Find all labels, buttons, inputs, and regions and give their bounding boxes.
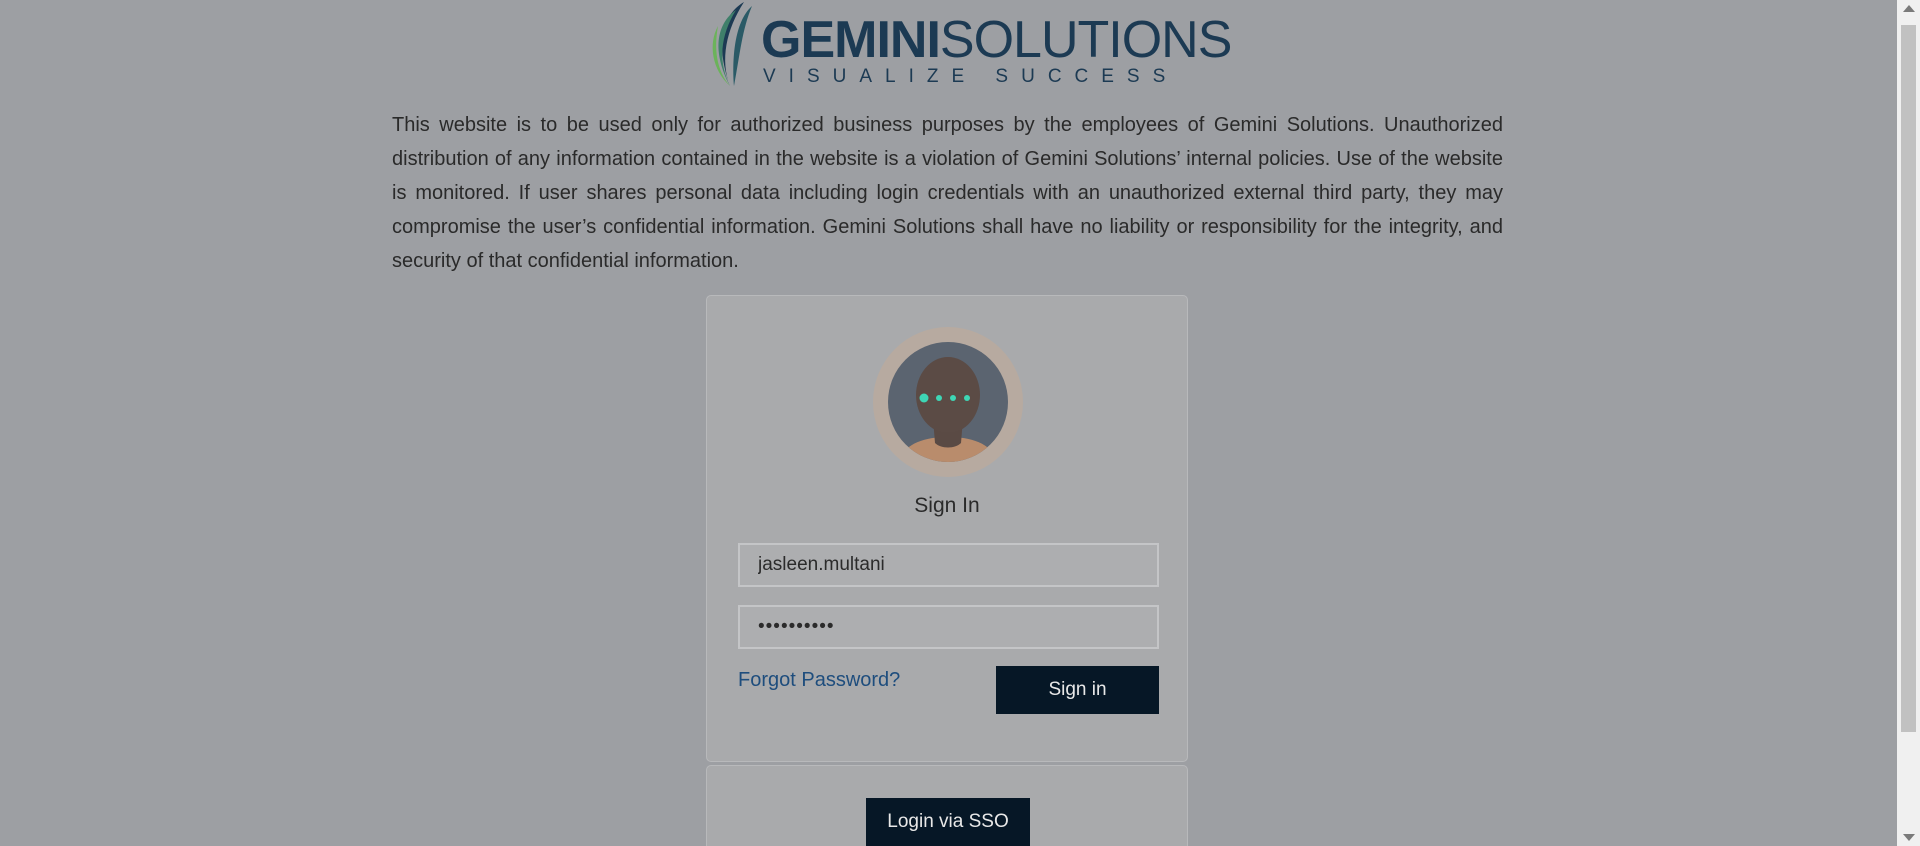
brand-bold-text: GEMINI xyxy=(761,11,941,69)
vertical-scrollbar[interactable] xyxy=(1897,0,1920,846)
signin-title: Sign In xyxy=(914,494,980,517)
sso-card: Login via SSO xyxy=(706,765,1188,846)
leaf-logo-icon xyxy=(712,2,752,86)
brand-name: GEMINISOLUTIONS xyxy=(761,11,1232,69)
forgot-password-link[interactable]: Forgot Password? xyxy=(738,669,900,692)
brand-tagline: VISUALIZE SUCCESS xyxy=(763,66,1179,87)
username-input[interactable] xyxy=(738,543,1159,587)
brand-light-text: SOLUTIONS xyxy=(939,11,1232,69)
scrollbar-thumb[interactable] xyxy=(1901,25,1916,732)
gemini-solutions-logo: GEMINISOLUTIONS VISUALIZE SUCCESS xyxy=(706,0,1232,90)
password-input[interactable] xyxy=(738,605,1159,649)
signin-card: Sign In Forgot Password? Sign in xyxy=(706,295,1188,762)
user-avatar-icon xyxy=(873,327,1023,477)
signin-button[interactable]: Sign in xyxy=(996,666,1159,714)
scroll-down-arrow-icon[interactable] xyxy=(1903,834,1915,841)
usage-disclaimer: This website is to be used only for auth… xyxy=(392,114,1503,272)
scroll-up-arrow-icon[interactable] xyxy=(1903,5,1915,12)
login-page: GEMINISOLUTIONS VISUALIZE SUCCESS This w… xyxy=(0,0,1897,846)
sso-login-button[interactable]: Login via SSO xyxy=(866,798,1030,846)
